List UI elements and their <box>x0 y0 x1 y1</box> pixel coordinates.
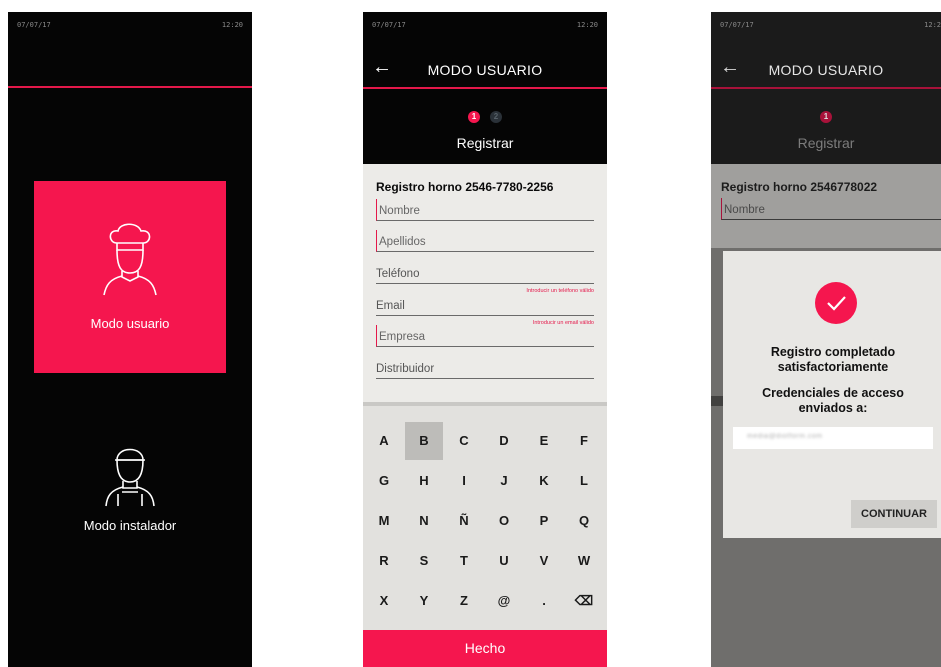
user-mode-button[interactable]: Modo usuario <box>34 181 226 373</box>
key-s[interactable]: S <box>405 542 443 580</box>
step-indicator: 12 <box>363 106 607 124</box>
nombre-placeholder: Nombre <box>724 204 765 216</box>
success-line-1: Registro completado <box>770 345 896 359</box>
step-1: 1 <box>820 111 832 123</box>
credentials-line-2: enviados a: <box>798 401 868 415</box>
key-m[interactable]: M <box>365 502 403 540</box>
key-p[interactable]: P <box>525 502 563 540</box>
distribuidor-field[interactable]: Distribuidor <box>376 357 594 379</box>
user-mode-label: Modo usuario <box>90 316 170 331</box>
installer-mode-button[interactable]: Modo instalador <box>8 442 252 542</box>
apellidos-field[interactable]: Apellidos <box>376 230 594 252</box>
key-r[interactable]: R <box>365 542 403 580</box>
key-c[interactable]: C <box>445 422 483 460</box>
registration-form: Registro horno 2546778022 Nombre <box>711 164 941 248</box>
registration-screen: 07/07/17 12:20 ← MODO USUARIO 12 Registr… <box>363 12 607 667</box>
key-a[interactable]: A <box>365 422 403 460</box>
status-bar: 07/07/17 12:20 <box>8 12 252 32</box>
key-b[interactable]: B <box>405 422 443 460</box>
key-v[interactable]: V <box>525 542 563 580</box>
status-date: 07/07/17 <box>17 21 51 29</box>
chef-icon <box>103 223 157 296</box>
telefono-field[interactable]: Teléfono <box>376 262 594 284</box>
nombre-field: Nombre <box>721 198 941 220</box>
key-h[interactable]: H <box>405 462 443 500</box>
key-dot[interactable]: . <box>525 582 563 620</box>
key-i[interactable]: I <box>445 462 483 500</box>
step-indicator: 1 <box>711 106 941 124</box>
key-backspace[interactable]: ⌫ <box>565 582 603 620</box>
step-1: 1 <box>468 111 480 123</box>
key-g[interactable]: G <box>365 462 403 500</box>
apellidos-placeholder: Apellidos <box>379 236 426 248</box>
key-u[interactable]: U <box>485 542 523 580</box>
page-title: MODO USUARIO <box>768 62 884 78</box>
status-date: 07/07/17 <box>372 21 406 29</box>
key-f[interactable]: F <box>565 422 603 460</box>
key-e[interactable]: E <box>525 422 563 460</box>
key-o[interactable]: O <box>485 502 523 540</box>
nombre-field[interactable]: Nombre <box>376 199 594 221</box>
step-2: 2 <box>490 111 502 123</box>
app-header: 07/07/17 12:2 ← MODO USUARIO 1 Registrar <box>711 12 941 164</box>
status-date: 07/07/17 <box>720 21 754 29</box>
status-time: 12:20 <box>576 21 598 29</box>
success-message: Registro completado satisfactoriamente <box>723 345 941 375</box>
key-d[interactable]: D <box>485 422 523 460</box>
empresa-placeholder: Empresa <box>379 331 426 343</box>
empresa-field[interactable]: Empresa <box>376 325 594 347</box>
key-ñ[interactable]: Ñ <box>445 502 483 540</box>
email-field[interactable]: Email <box>376 294 594 316</box>
key-x[interactable]: X <box>365 582 403 620</box>
registration-success-screen: 07/07/17 12:2 ← MODO USUARIO 1 Registrar… <box>711 12 941 667</box>
success-dialog: Registro completado satisfactoriamente C… <box>723 251 941 538</box>
key-at[interactable]: @ <box>485 582 523 620</box>
header-divider <box>8 86 252 88</box>
mode-select-screen: 07/07/17 12:20 Modo usuario Modo instala… <box>8 12 252 667</box>
status-time: 12:2 <box>924 21 941 29</box>
email-value: media@diotform.com <box>747 433 823 440</box>
success-check-icon <box>815 282 857 324</box>
page-title: MODO USUARIO <box>427 62 543 78</box>
key-t[interactable]: T <box>445 542 483 580</box>
step-title: Registrar <box>797 135 855 151</box>
installer-icon <box>105 448 155 507</box>
status-bar: 07/07/17 12:2 <box>711 12 941 32</box>
oven-registration-title: Registro horno 2546778022 <box>721 180 878 194</box>
key-n[interactable]: N <box>405 502 443 540</box>
key-l[interactable]: L <box>565 462 603 500</box>
continue-button[interactable]: CONTINUAR <box>851 500 937 528</box>
on-screen-keyboard: A B C D E F G H I J K L M N Ñ O P Q R S T U V W X Y Z @. ⌫ <box>363 402 607 630</box>
credentials-message: Credenciales de acceso enviados a: <box>723 386 941 416</box>
email-placeholder: Email <box>376 300 405 312</box>
registration-form: Registro horno 2546-7780-2256 Nombre Ape… <box>363 164 607 402</box>
key-w[interactable]: W <box>565 542 603 580</box>
header-divider <box>711 87 941 89</box>
email-display: media@diotform.com <box>733 427 933 449</box>
done-button[interactable]: Hecho <box>363 630 607 667</box>
app-header: 07/07/17 12:20 ← MODO USUARIO 12 Registr… <box>363 12 607 164</box>
telefono-placeholder: Teléfono <box>376 268 420 280</box>
nombre-placeholder: Nombre <box>379 205 420 217</box>
key-j[interactable]: J <box>485 462 523 500</box>
key-k[interactable]: K <box>525 462 563 500</box>
key-z[interactable]: Z <box>445 582 483 620</box>
oven-registration-title: Registro horno 2546-7780-2256 <box>376 180 554 194</box>
credentials-line-1: Credenciales de acceso <box>762 386 904 400</box>
success-line-2: satisfactoriamente <box>777 360 889 374</box>
status-time: 12:20 <box>221 21 243 29</box>
status-bar: 07/07/17 12:20 <box>363 12 607 32</box>
key-y[interactable]: Y <box>405 582 443 620</box>
header-divider <box>363 87 607 89</box>
key-q[interactable]: Q <box>565 502 603 540</box>
distribuidor-placeholder: Distribuidor <box>376 363 435 375</box>
installer-mode-label: Modo instalador <box>83 518 177 533</box>
step-title: Registrar <box>456 135 514 151</box>
